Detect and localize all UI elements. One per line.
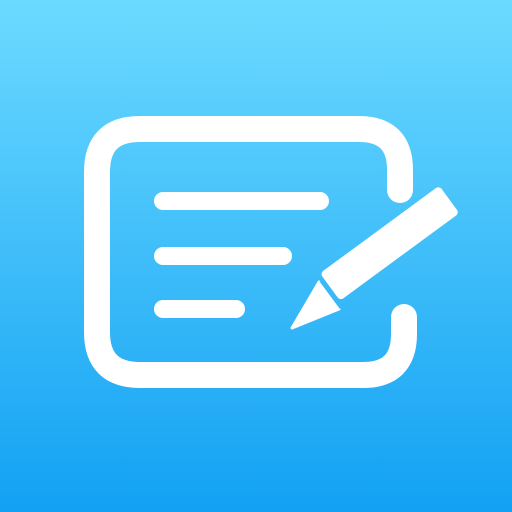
notes-with-pencil-icon (84, 116, 458, 388)
pencil-body (321, 187, 458, 300)
app-icon (0, 0, 512, 512)
